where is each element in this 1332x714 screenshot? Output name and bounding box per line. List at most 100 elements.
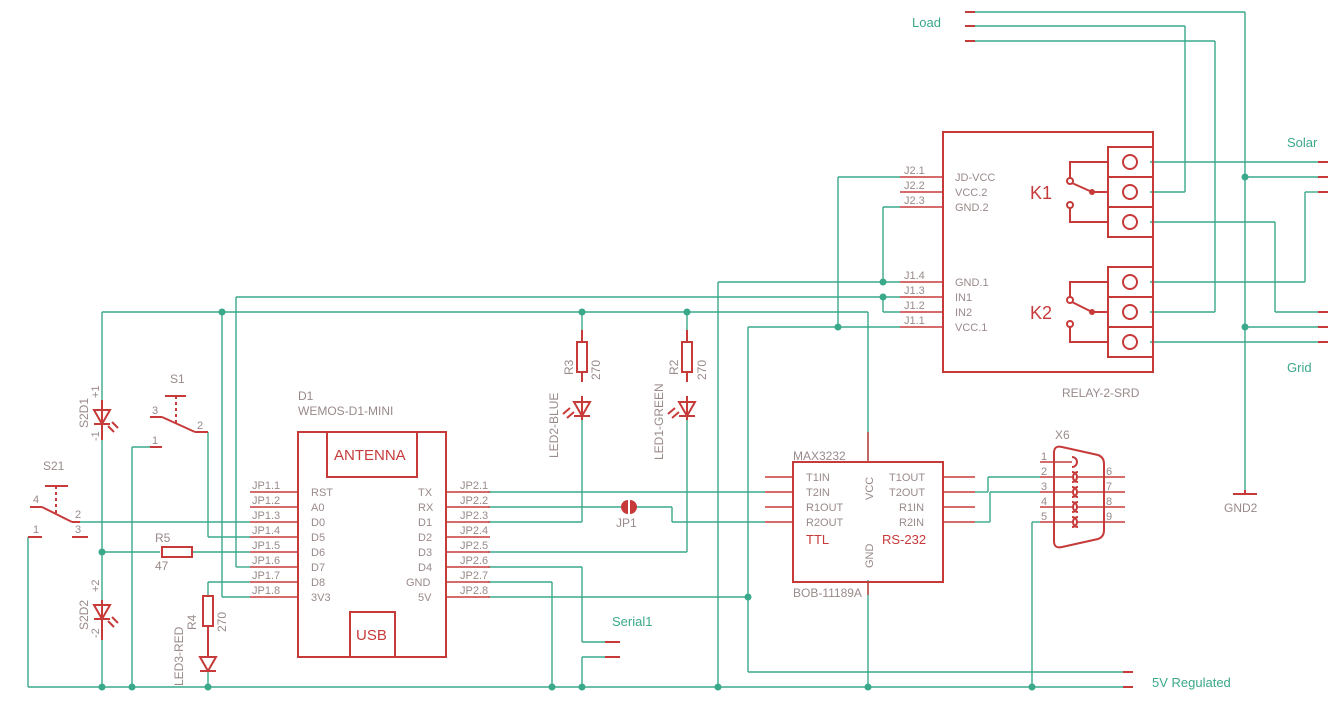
- d1-jp2-pin: JP2.3: [460, 510, 488, 522]
- relay-j1-pin: J1.2: [904, 300, 925, 312]
- schematic: Load Solar Grid Serial1 5V Regulated K1 …: [27, 11, 1328, 691]
- d1-jp1-name: RST: [311, 487, 333, 499]
- relay-j2-pin: J2.1: [904, 165, 925, 177]
- d1-ref: D1: [298, 389, 314, 403]
- max-value: BOB-11189A: [793, 586, 862, 600]
- x6-pin: 4: [1041, 496, 1047, 508]
- jp1-label: JP1: [616, 516, 637, 530]
- relay-j2-pin: J2.2: [904, 180, 925, 192]
- relay-j1-pin: J1.1: [904, 315, 925, 327]
- d1-jp2-name: D3: [418, 547, 432, 559]
- max-vcc: VCC: [864, 477, 876, 500]
- s2d1-plus: +1: [90, 385, 102, 398]
- d1-jp2-name: 5V: [418, 592, 432, 604]
- d1-jp2-pin: JP2.5: [460, 540, 488, 552]
- d1-jp2-pin: JP2.4: [460, 525, 488, 537]
- s1-pin1: 1: [152, 435, 158, 447]
- d1-jp2-pin: JP2.7: [460, 570, 488, 582]
- relay-j1-name: GND.1: [955, 277, 989, 289]
- s21-pin1: 1: [33, 524, 39, 536]
- d1-jp2-name: RX: [418, 502, 434, 514]
- r2-resistor: [681, 330, 693, 382]
- s2d2-label: S2D2: [77, 600, 91, 630]
- d1-jp1-pin: JP1.6: [252, 555, 280, 567]
- max-left-pin: T2IN: [806, 487, 830, 499]
- led1-green: [667, 396, 697, 420]
- relay-module: [900, 131, 1154, 373]
- relay-j1-name: IN1: [955, 292, 972, 304]
- d1-jp2-pin: JP2.1: [460, 480, 488, 492]
- d1-jp1-name: D6: [311, 547, 325, 559]
- led1-label: LED1-GREEN: [652, 383, 666, 460]
- x6-pin: 8: [1106, 496, 1112, 508]
- d1-jp1-name: D8: [311, 577, 325, 589]
- x6-ref: X6: [1055, 428, 1070, 442]
- s2d1-minus: -1: [90, 431, 102, 441]
- x6-pin: 5: [1041, 511, 1047, 523]
- d1-jp2-name: D1: [418, 517, 432, 529]
- d1-value: WEMOS-D1-MINI: [298, 404, 393, 418]
- relay-k2-label: K2: [1030, 303, 1052, 323]
- relay-j1-pin: J1.3: [904, 285, 925, 297]
- r2-ref: R2: [667, 359, 681, 375]
- x6-pin: 3: [1041, 481, 1047, 493]
- d1-jp1-name: 3V3: [311, 592, 331, 604]
- net-load: Load: [912, 15, 941, 30]
- max-left-pin: T1IN: [806, 472, 830, 484]
- s1-label: S1: [170, 372, 185, 386]
- led3-red: [198, 656, 218, 674]
- r2-value: 270: [695, 360, 709, 380]
- ground-symbol: [1233, 490, 1257, 495]
- max-right-pin: R2IN: [899, 517, 924, 529]
- s2d1-label: S2D1: [77, 398, 91, 428]
- relay-j2-name: VCC.2: [955, 187, 987, 199]
- d1-jp2-pin: JP2.2: [460, 495, 488, 507]
- db9-connector: [1040, 445, 1125, 549]
- d1-jp1-pin: JP1.8: [252, 585, 280, 597]
- net-5v-regulated: 5V Regulated: [1152, 675, 1231, 690]
- relay-j2-name: JD-VCC: [955, 172, 995, 184]
- wemos-d1-mini: [250, 431, 490, 658]
- max-gnd: GND: [864, 544, 876, 569]
- r3-value: 270: [589, 360, 603, 380]
- max-right-pin: R1IN: [899, 502, 924, 514]
- r4-value: 270: [215, 612, 229, 632]
- d1-jp1-name: D0: [311, 517, 325, 529]
- d1-jp2-name: D2: [418, 532, 432, 544]
- max-left-pin: R2OUT: [806, 517, 844, 529]
- d1-jp2-name: TX: [418, 487, 433, 499]
- s2d2-plus: +2: [90, 579, 102, 592]
- r4-resistor: [202, 595, 214, 656]
- x6-pin: 9: [1106, 511, 1112, 523]
- d1-jp1-pin: JP1.2: [252, 495, 280, 507]
- s2d2-minus: -2: [90, 628, 102, 638]
- s1-pin2: 2: [197, 420, 203, 432]
- usb-label: USB: [356, 627, 387, 644]
- r3-resistor: [576, 330, 588, 382]
- net-solar: Solar: [1287, 135, 1318, 150]
- d1-jp1-name: D7: [311, 562, 325, 574]
- d1-jp1-pin: JP1.3: [252, 510, 280, 522]
- d1-jp1-pin: JP1.7: [252, 570, 280, 582]
- d1-jp1-pin: JP1.1: [252, 480, 280, 492]
- net-serial1: Serial1: [612, 614, 652, 629]
- d1-jp2-pin: JP2.6: [460, 555, 488, 567]
- led2-label: LED2-BLUE: [547, 393, 561, 458]
- s21-label: S21: [43, 459, 65, 473]
- r4-ref: R4: [185, 614, 199, 630]
- s21-pin4: 4: [33, 494, 39, 506]
- max-right-pin: T1OUT: [889, 472, 925, 484]
- jp1-jumper: [621, 500, 637, 514]
- led3-label: LED3-RED: [172, 626, 186, 686]
- relay-j1-name: IN2: [955, 307, 972, 319]
- antenna-label: ANTENNA: [334, 447, 406, 464]
- d1-jp1-name: A0: [311, 502, 324, 514]
- relay-j1-name: VCC.1: [955, 322, 987, 334]
- x6-pin: 2: [1041, 466, 1047, 478]
- x6-pin: 7: [1106, 481, 1112, 493]
- max-rs232: RS-232: [882, 532, 926, 547]
- gnd2-label: GND2: [1224, 501, 1258, 515]
- wires: [27, 11, 1320, 688]
- d1-jp2-pin: JP2.8: [460, 585, 488, 597]
- relay-value: RELAY-2-SRD: [1062, 386, 1140, 400]
